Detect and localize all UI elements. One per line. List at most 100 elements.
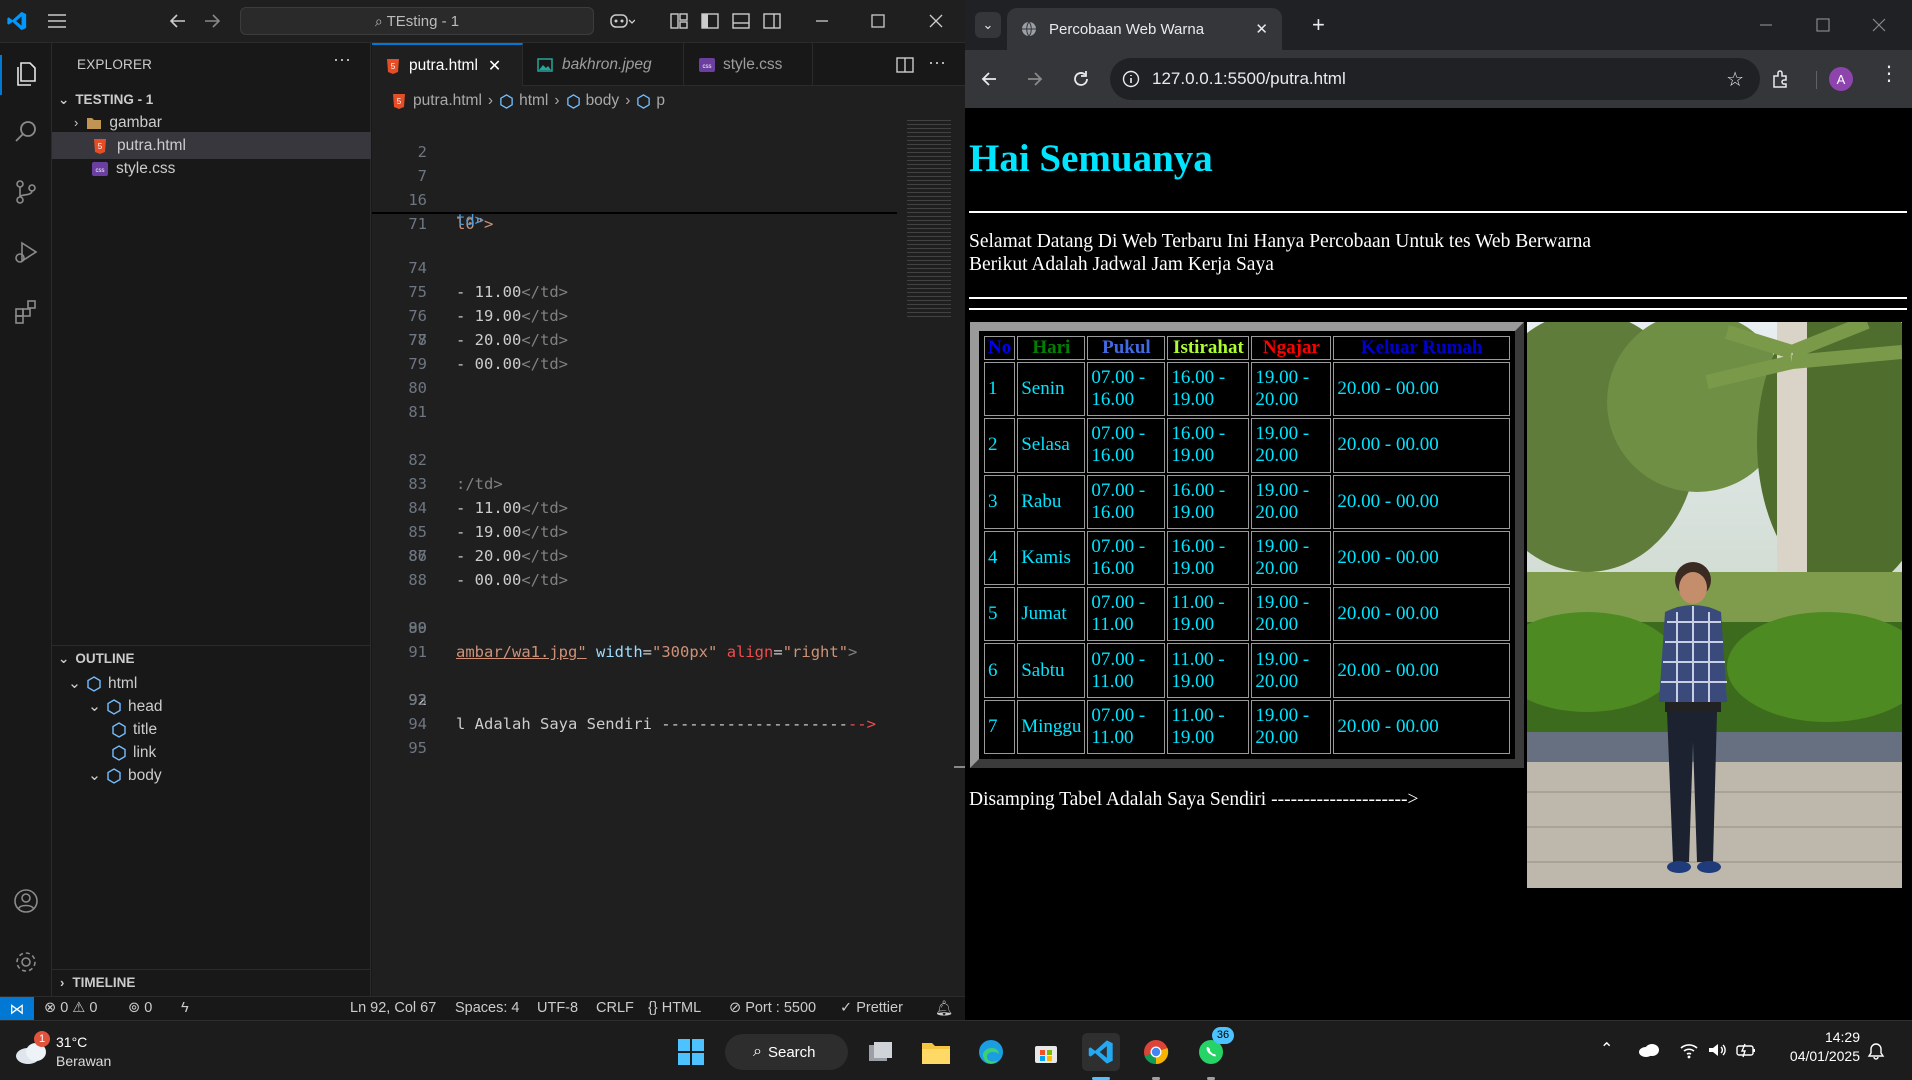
scrollbar[interactable] — [954, 116, 965, 956]
vscode-taskbar-button[interactable] — [1082, 1033, 1120, 1071]
css-file-icon: css — [92, 161, 108, 176]
language-mode[interactable]: {} HTML — [648, 1000, 701, 1016]
sticky-line[interactable]: 2 — [372, 116, 897, 161]
cell-no: 2 — [984, 418, 1016, 473]
breadcrumb-item[interactable]: body — [586, 92, 620, 110]
menu-hamburger-icon[interactable] — [47, 12, 67, 30]
start-button[interactable] — [672, 1033, 710, 1071]
search-activity[interactable] — [5, 111, 47, 153]
browser-tab-active[interactable]: Percobaan Web Warna ✕ — [1007, 8, 1282, 50]
more-actions-icon[interactable]: ··· — [333, 49, 351, 70]
reload-icon[interactable] — [1071, 69, 1091, 89]
ports-status[interactable]: ⊚ 0 — [128, 1000, 152, 1016]
copilot-icon[interactable] — [609, 11, 635, 31]
lightning-icon[interactable]: ϟ — [181, 1000, 189, 1016]
clock[interactable]: 14:29 04/01/2025 — [1778, 1029, 1860, 1064]
header-keluar-rumah: Keluar Rumah — [1333, 336, 1510, 360]
sticky-line[interactable]: 7 — [372, 140, 897, 185]
html-file-icon: 5 — [94, 138, 106, 154]
tab-search-chevron-icon[interactable]: ⌄ — [975, 12, 1001, 38]
chrome-taskbar-button[interactable] — [1137, 1033, 1175, 1071]
back-arrow-icon[interactable] — [979, 69, 999, 89]
kebab-menu-icon[interactable]: ⋮ — [1879, 64, 1899, 84]
code-line-93: 93 — [372, 688, 897, 712]
new-tab-plus-icon[interactable]: + — [1312, 12, 1325, 38]
nav-forward-icon[interactable] — [202, 12, 222, 30]
code-area[interactable]: td> 74 - 11.00</td> 75 - 19.00</td> 76 -… — [372, 214, 897, 954]
live-server-port[interactable]: ⊘ Port : 5500 — [729, 1000, 816, 1016]
forward-arrow-icon[interactable] — [1025, 69, 1045, 89]
problems-status[interactable]: ⊗ 0 ⚠ 0 — [44, 1000, 97, 1016]
browser-toolbar: 127.0.0.1:5500/putra.html ☆ A ⋮ — [965, 50, 1912, 108]
editor-more-actions-icon[interactable]: ··· — [928, 52, 946, 73]
onedrive-cloud-icon[interactable] — [1638, 1043, 1660, 1057]
clock-date: 04/01/2025 — [1789, 1048, 1860, 1064]
command-center-search[interactable]: ⌕ TEsting - 1 — [240, 7, 594, 35]
close-tab-icon[interactable]: ✕ — [488, 56, 501, 76]
outline-header[interactable]: ⌄ OUTLINE — [52, 645, 371, 671]
end-of-line[interactable]: CRLF — [596, 1000, 634, 1016]
extensions-puzzle-icon[interactable] — [1770, 68, 1792, 90]
maximize-icon[interactable] — [868, 11, 888, 31]
tree-item-style-css[interactable]: css style.css — [52, 155, 371, 182]
file-explorer-button[interactable] — [917, 1033, 955, 1071]
timeline-header[interactable]: › TIMELINE — [52, 969, 371, 995]
notification-bell-icon[interactable] — [1867, 1042, 1885, 1060]
outline-item-body[interactable]: ⌄ body — [52, 762, 371, 789]
explorer-activity[interactable] — [5, 53, 47, 95]
extensions-activity[interactable] — [5, 291, 47, 333]
customize-layout-icon[interactable] — [669, 11, 689, 31]
close-window-icon[interactable] — [1870, 16, 1888, 34]
bookmark-star-icon[interactable]: ☆ — [1726, 67, 1744, 92]
wifi-icon[interactable] — [1679, 1041, 1699, 1059]
site-info-icon[interactable] — [1122, 70, 1140, 88]
toggle-sidebar-icon[interactable] — [700, 11, 720, 31]
tab-bakhron-jpeg[interactable]: bakhron.jpeg — [523, 43, 684, 86]
split-editor-icon[interactable] — [896, 56, 914, 74]
store-button[interactable] — [1027, 1033, 1065, 1071]
symbol-element-icon — [107, 767, 121, 784]
prettier-status[interactable]: ✓ Prettier — [840, 1000, 903, 1016]
remote-indicator-icon[interactable]: ⋈ — [0, 997, 34, 1021]
minimize-icon[interactable] — [1757, 16, 1775, 34]
manage-activity[interactable] — [5, 941, 47, 983]
accounts-activity[interactable] — [5, 880, 47, 922]
taskbar-search[interactable]: ⌕ Search — [725, 1034, 848, 1070]
toggle-panel-icon[interactable] — [731, 11, 751, 31]
tab-style-css[interactable]: css style.css — [684, 43, 813, 86]
indentation[interactable]: Spaces: 4 — [455, 1000, 520, 1016]
address-bar[interactable]: 127.0.0.1:5500/putra.html ☆ — [1110, 58, 1760, 100]
breadcrumb-item[interactable]: p — [656, 92, 665, 110]
cell-ngajar: 19.00 - 20.00 — [1251, 699, 1332, 754]
weather-widget[interactable]: 1 31°C Berawan — [14, 1031, 144, 1073]
close-window-icon[interactable] — [926, 11, 946, 31]
sticky-line[interactable]: 71 — [372, 188, 897, 233]
breadcrumb-item[interactable]: putra.html — [413, 92, 482, 110]
minimize-icon[interactable] — [812, 11, 832, 31]
sticky-line[interactable]: 16 l0"> — [372, 164, 897, 233]
whatsapp-taskbar-button[interactable]: 36 — [1192, 1027, 1234, 1071]
code-line-77: 77 - 00.00</td> — [372, 304, 897, 373]
edge-browser-button[interactable] — [972, 1033, 1010, 1071]
task-view-button[interactable] — [862, 1033, 900, 1071]
volume-icon[interactable] — [1707, 1041, 1727, 1059]
source-control-activity[interactable] — [5, 171, 47, 213]
cell-istirahat: 16.00 - 19.00 — [1167, 474, 1250, 529]
warning-count: 0 — [89, 1000, 98, 1016]
battery-charging-icon[interactable] — [1735, 1041, 1757, 1059]
show-hidden-icons-chevron-icon[interactable]: ⌃ — [1600, 1039, 1613, 1059]
cursor-position[interactable]: Ln 92, Col 67 — [350, 1000, 436, 1016]
encoding[interactable]: UTF-8 — [537, 1000, 578, 1016]
minimap[interactable] — [905, 116, 955, 956]
cell-ngajar: 19.00 - 20.00 — [1251, 643, 1332, 698]
run-debug-activity[interactable] — [5, 231, 47, 273]
close-tab-icon[interactable]: ✕ — [1255, 20, 1268, 38]
tab-putra-html[interactable]: 5 putra.html ✕ — [372, 43, 523, 86]
notifications-bell-icon[interactable]: 🔔︎ — [935, 1000, 953, 1017]
maximize-icon[interactable] — [1814, 16, 1832, 34]
toggle-secondary-sidebar-icon[interactable] — [762, 11, 782, 31]
breadcrumb-item[interactable]: html — [519, 92, 548, 110]
code-line-83: 83 - 11.00</td> — [372, 448, 897, 517]
nav-back-icon[interactable] — [168, 12, 188, 30]
profile-avatar[interactable]: A — [1829, 67, 1853, 91]
